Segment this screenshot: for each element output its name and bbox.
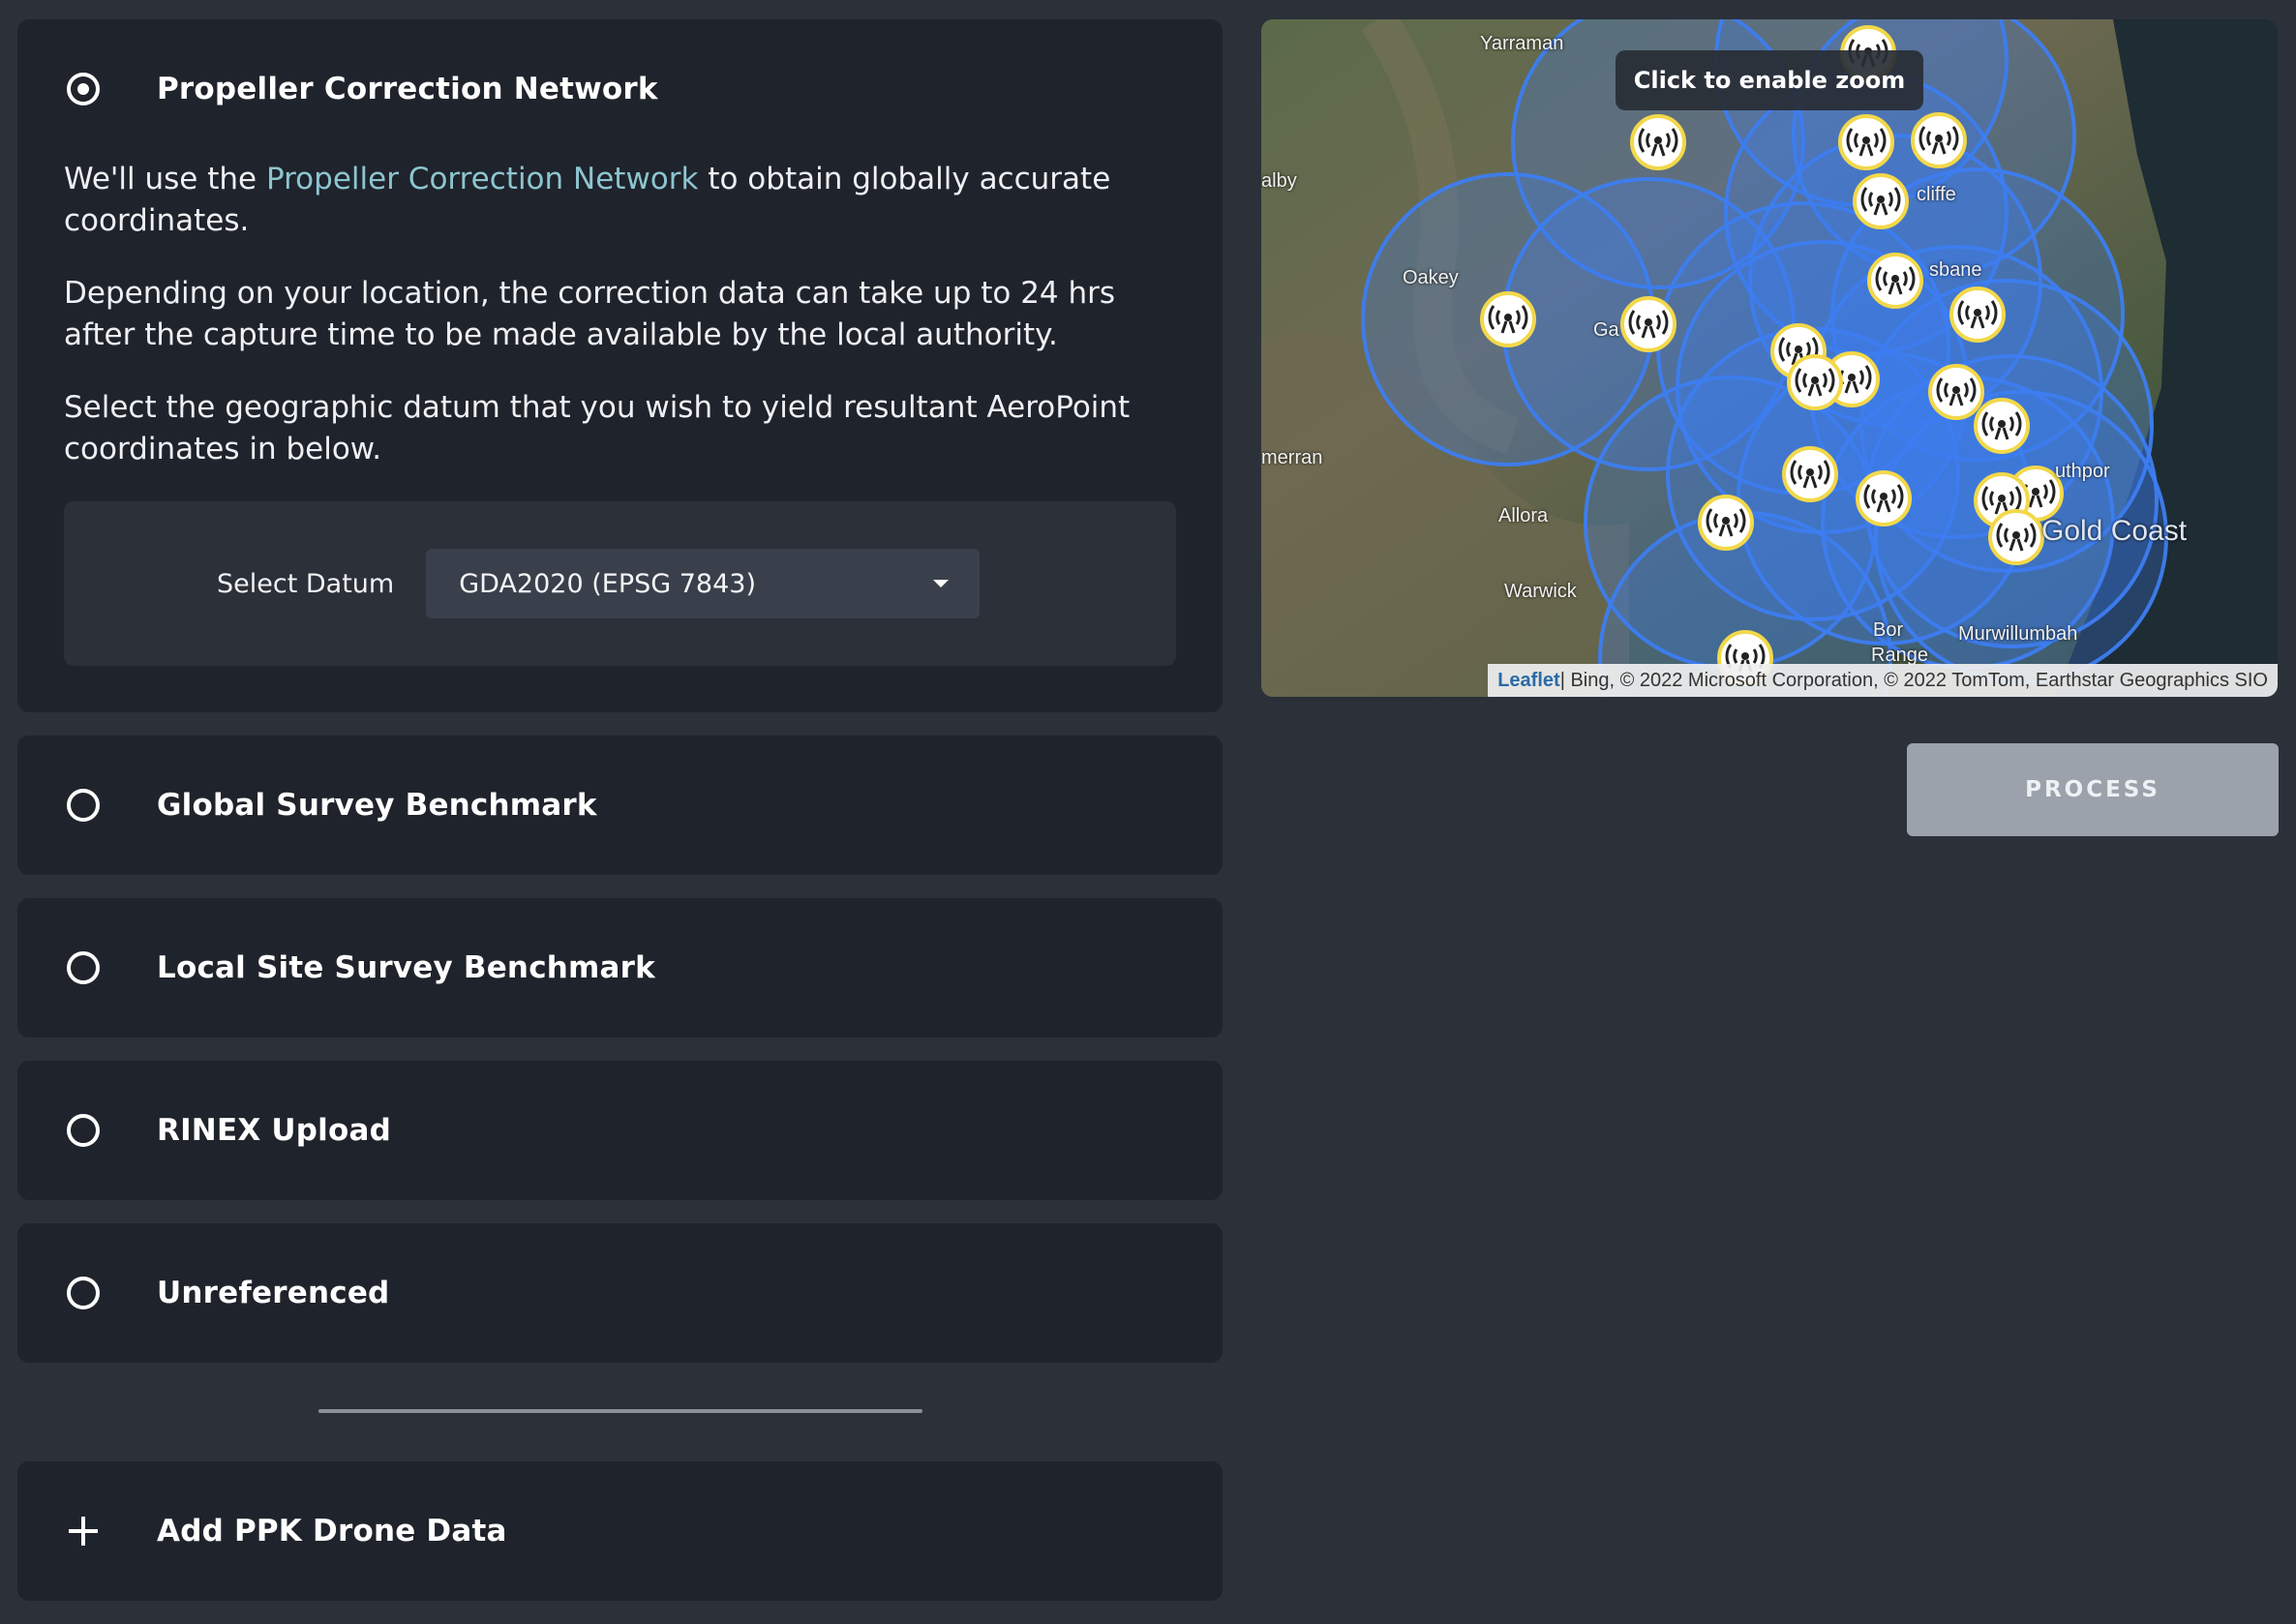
datum-box: Select Datum GDA2020 (EPSG 7843) <box>64 501 1176 666</box>
datum-select[interactable]: GDA2020 (EPSG 7843) <box>426 549 981 618</box>
option-body-pcn: We'll use the Propeller Correction Netwo… <box>17 159 1223 712</box>
option-card-global-survey-benchmark[interactable]: Global Survey Benchmark <box>17 736 1223 875</box>
place-label: sbane <box>1929 259 1982 281</box>
option-card-rinex-upload[interactable]: RINEX Upload <box>17 1061 1223 1200</box>
pcn-delay-text: Depending on your location, the correcti… <box>64 276 1116 352</box>
correction-options: Propeller Correction Network We'll use t… <box>17 19 1223 1624</box>
radio-unselected-icon[interactable] <box>67 1114 100 1147</box>
pcn-intro: We'll use the Propeller Correction Netwo… <box>64 159 1176 242</box>
place-label: Oakey <box>1403 267 1459 288</box>
map-view[interactable]: Yarraman alby Oakey Ga merran Allora War… <box>1261 19 2278 697</box>
add-ppk-drone-data-card[interactable]: Add PPK Drone Data <box>17 1461 1223 1601</box>
option-header-lssb[interactable]: Local Site Survey Benchmark <box>17 898 1223 1038</box>
intro-text: We'll use the <box>64 162 266 196</box>
option-card-local-site-survey-benchmark[interactable]: Local Site Survey Benchmark <box>17 898 1223 1038</box>
process-label: PROCESS <box>2025 777 2160 802</box>
place-label: Bor <box>1873 619 1904 641</box>
attribution-text: | Bing, © 2022 Microsoft Corporation, © … <box>1559 669 2268 691</box>
option-header-rinex[interactable]: RINEX Upload <box>17 1061 1223 1200</box>
plus-icon <box>67 1515 100 1548</box>
place-label: alby <box>1261 170 1297 192</box>
leaflet-link[interactable]: Leaflet <box>1497 670 1559 692</box>
option-title: Propeller Correction Network <box>157 72 658 106</box>
add-ppk-header[interactable]: Add PPK Drone Data <box>17 1461 1223 1601</box>
option-title: RINEX Upload <box>157 1113 392 1148</box>
option-title: Local Site Survey Benchmark <box>157 950 655 985</box>
datum-value: GDA2020 (EPSG 7843) <box>459 568 756 599</box>
place-label: Yarraman <box>1480 33 1564 54</box>
radio-selected-icon[interactable] <box>67 73 100 105</box>
pcn-datum-text: Select the geographic datum that you wis… <box>64 390 1131 466</box>
caret-down-icon <box>933 580 950 587</box>
place-label: Gold Coast <box>2041 515 2188 547</box>
option-header-pcn[interactable]: Propeller Correction Network <box>17 19 1223 159</box>
radio-unselected-icon[interactable] <box>67 951 100 984</box>
option-card-propeller-correction-network: Propeller Correction Network We'll use t… <box>17 19 1223 712</box>
place-label: uthpor <box>2055 461 2110 482</box>
zoom-tip-text: Click to enable zoom <box>1633 67 1906 94</box>
place-label: Warwick <box>1504 581 1577 602</box>
place-label: merran <box>1261 447 1323 468</box>
radio-unselected-icon[interactable] <box>67 1277 100 1309</box>
place-label: cliffe <box>1917 184 1956 205</box>
option-header-gsb[interactable]: Global Survey Benchmark <box>17 736 1223 875</box>
datum-label: Select Datum <box>217 568 395 599</box>
map-attribution: Leaflet | Bing, © 2022 Microsoft Corpora… <box>1488 664 2278 697</box>
zoom-tooltip[interactable]: Click to enable zoom <box>1616 50 1923 110</box>
map-canvas <box>1261 19 2278 697</box>
option-title: Global Survey Benchmark <box>157 788 597 823</box>
add-ppk-label: Add PPK Drone Data <box>157 1514 507 1549</box>
option-title: Unreferenced <box>157 1276 390 1310</box>
place-label: Ga <box>1593 319 1619 341</box>
place-label: Murwillumbah <box>1958 623 2078 645</box>
process-button[interactable]: PROCESS <box>1907 743 2279 836</box>
place-label: Allora <box>1498 505 1549 526</box>
pcn-link[interactable]: Propeller Correction Network <box>266 162 699 196</box>
option-card-unreferenced[interactable]: Unreferenced <box>17 1223 1223 1363</box>
radio-unselected-icon[interactable] <box>67 789 100 822</box>
option-header-unreferenced[interactable]: Unreferenced <box>17 1223 1223 1363</box>
